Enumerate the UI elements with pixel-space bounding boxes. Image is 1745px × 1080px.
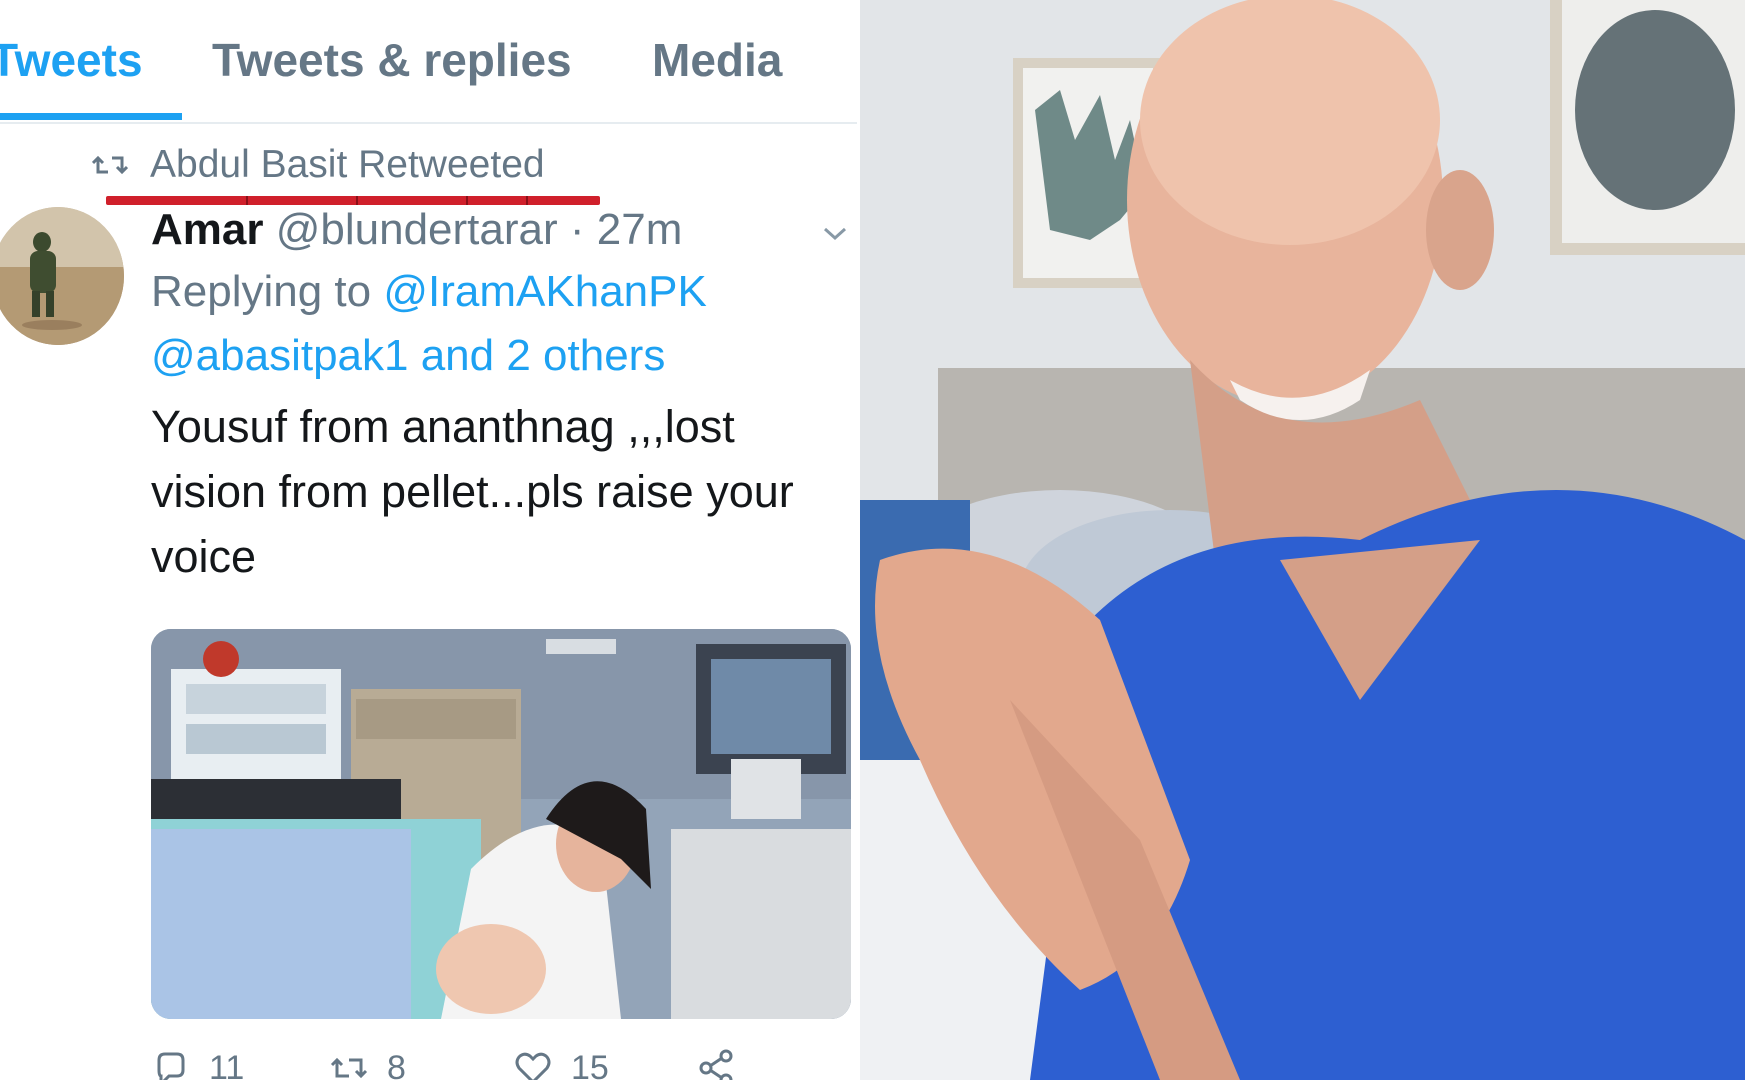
share-action[interactable] xyxy=(696,1048,736,1080)
share-icon xyxy=(699,1049,733,1080)
user-handle[interactable]: @blundertarar xyxy=(276,205,558,254)
avatar[interactable] xyxy=(0,207,124,345)
tweet-header: Amar @blundertarar · 27m xyxy=(151,200,851,260)
retweet-action[interactable]: 8 xyxy=(329,1048,406,1080)
replying-to: Replying to @IramAKhanPK xyxy=(151,260,851,324)
profile-tabs: Tweets Tweets & replies Media xyxy=(0,0,857,124)
like-action[interactable]: 15 xyxy=(513,1048,609,1080)
header-separator: · xyxy=(557,205,597,254)
tweet-time[interactable]: 27m xyxy=(597,205,683,254)
tweet-media-photo[interactable] xyxy=(151,629,851,1019)
mention-link-2[interactable]: @abasitpak1 and 2 others xyxy=(151,324,851,388)
display-name[interactable]: Amar xyxy=(151,205,264,254)
tab-tweets[interactable]: Tweets xyxy=(0,30,143,90)
tweet-actions: 11 8 15 xyxy=(151,1048,851,1080)
tweet-text: Yousuf from ananthnag ,,,lost vision fro… xyxy=(151,401,794,582)
tab-media[interactable]: Media xyxy=(652,30,782,90)
replying-to-label: Replying to xyxy=(151,267,384,316)
retweet-count: 8 xyxy=(387,1048,406,1080)
active-tab-indicator xyxy=(0,113,182,120)
retweet-icon xyxy=(330,1057,368,1079)
tab-tweets-replies[interactable]: Tweets & replies xyxy=(212,30,572,90)
heart-icon xyxy=(515,1052,551,1080)
retweet-icon xyxy=(92,155,128,175)
reply-action[interactable]: 11 xyxy=(151,1048,244,1080)
retweeted-by-label[interactable]: Abdul Basit Retweeted xyxy=(150,143,545,187)
side-photo xyxy=(860,0,1745,1080)
mention-link-1[interactable]: @IramAKhanPK xyxy=(383,267,706,316)
retweet-context: Abdul Basit Retweeted xyxy=(92,140,545,190)
like-count: 15 xyxy=(571,1048,609,1080)
reply-icon xyxy=(157,1052,185,1080)
reply-count: 11 xyxy=(209,1048,245,1080)
tweet-content: Amar @blundertarar · 27m Replying to @Ir… xyxy=(151,200,851,589)
chevron-down-icon[interactable] xyxy=(820,218,850,248)
tweet-panel: Tweets Tweets & replies Media Abdul Basi… xyxy=(0,0,857,1080)
